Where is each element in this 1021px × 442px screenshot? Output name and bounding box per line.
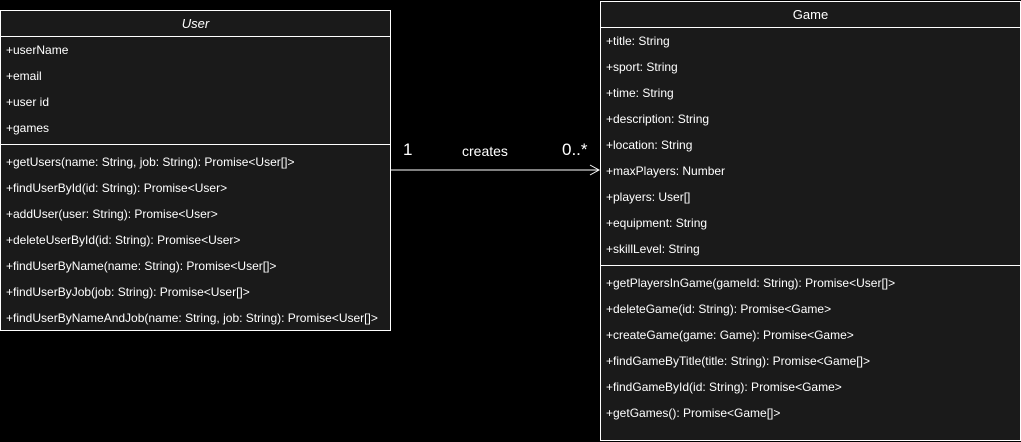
game-attribute: +players: User[]: [606, 190, 691, 204]
user-method: +findUserByNameAndJob(name: String, job:…: [6, 311, 378, 325]
user-method: +findUserById(id: String): Promise<User>: [6, 181, 228, 195]
game-attribute: +maxPlayers: Number: [606, 164, 726, 178]
user-attribute: +user id: [6, 95, 50, 109]
game-attribute: +sport: String: [606, 60, 678, 74]
game-attribute: +location: String: [606, 138, 693, 152]
user-attribute: +userName: [6, 43, 69, 57]
game-attribute: +equipment: String: [606, 216, 708, 230]
user-attribute: +email: [6, 69, 42, 83]
game-class-name: Game: [601, 2, 1020, 28]
source-multiplicity-label: 1: [403, 140, 413, 159]
user-method: +deleteUserById(id: String): Promise<Use…: [6, 233, 241, 247]
game-attribute: +description: String: [606, 112, 710, 126]
game-attribute: +title: String: [606, 34, 670, 48]
user-class-box[interactable]: User +userName +email +user id +games +g…: [0, 10, 391, 331]
game-method: +deleteGame(id: String): Promise<Game>: [606, 302, 832, 316]
user-class-name: User: [1, 11, 390, 37]
target-multiplicity-label: 0..*: [562, 140, 588, 159]
user-attribute: +games: [6, 121, 50, 135]
game-method: +findGameByTitle(title: String): Promise…: [606, 354, 870, 368]
game-method: +getPlayersInGame(gameId: String): Promi…: [606, 276, 896, 290]
user-method: +findUserByName(name: String): Promise<U…: [6, 259, 277, 273]
game-method: +findGameById(id: String): Promise<Game>: [606, 380, 842, 394]
game-class-box[interactable]: Game +title: String +sport: String +time…: [600, 1, 1021, 441]
user-methods-section: +getUsers(name: String, job: String): Pr…: [1, 145, 390, 331]
user-method: +getUsers(name: String, job: String): Pr…: [6, 155, 295, 169]
user-method: +addUser(user: String): Promise<User>: [6, 207, 218, 221]
game-attribute: +time: String: [606, 86, 674, 100]
user-method: +findUserByJob(job: String): Promise<Use…: [6, 285, 250, 299]
game-attribute: +skillLevel: String: [606, 242, 700, 256]
association-label: creates: [462, 143, 508, 159]
game-method: +createGame(game: Game): Promise<Game>: [606, 328, 854, 342]
game-attributes-section: +title: String +sport: String +time: Str…: [601, 28, 1020, 266]
game-method: +getGames(): Promise<Game[]>: [606, 406, 781, 420]
user-attributes-section: +userName +email +user id +games: [1, 37, 390, 145]
game-methods-section: +getPlayersInGame(gameId: String): Promi…: [601, 266, 1020, 426]
